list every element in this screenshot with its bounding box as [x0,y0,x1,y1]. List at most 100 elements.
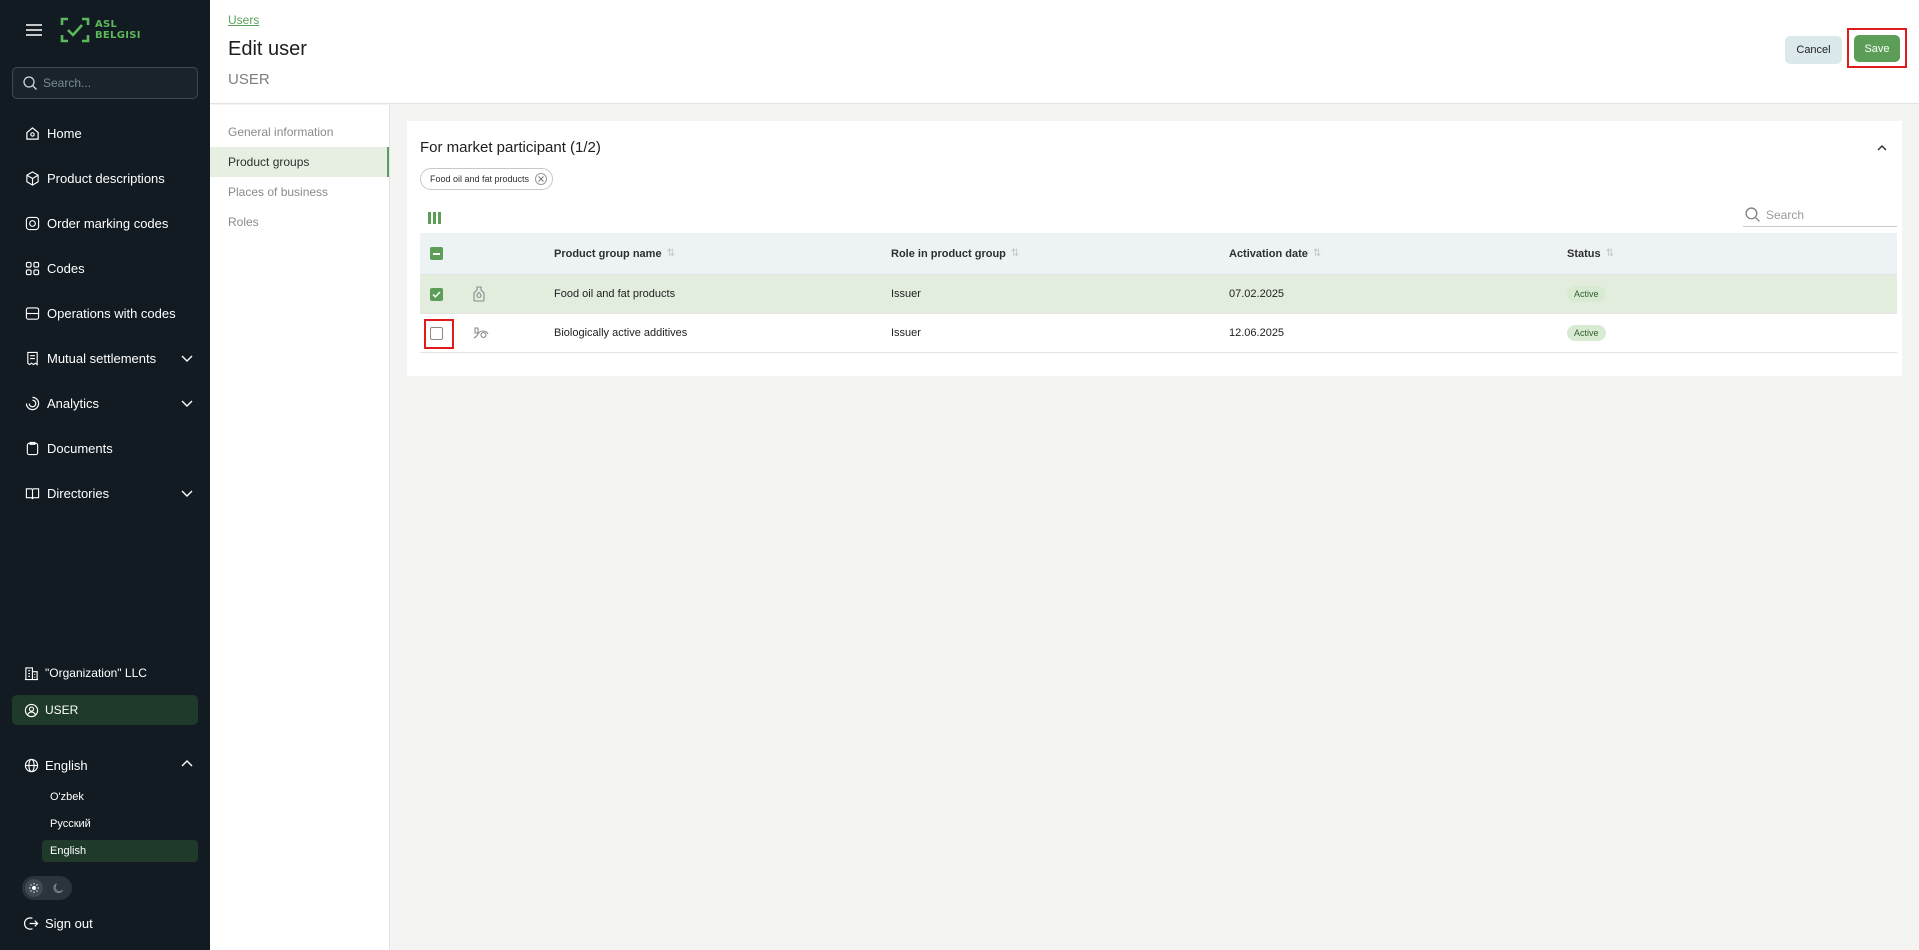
nav-item-codes[interactable]: Codes [12,246,198,291]
main-nav: Home Product descriptions Order marking … [12,111,198,516]
nav-label: Order marking codes [47,216,169,231]
column-header-label: Status [1567,247,1601,260]
save-button[interactable]: Save [1854,35,1900,62]
analytics-icon [24,395,41,412]
row-select-cell [430,275,443,313]
cell-role: Issuer [891,327,921,339]
section-nav: General information Product groups Place… [210,105,390,950]
nav-label: Mutual settlements [47,351,157,366]
section-roles[interactable]: Roles [210,207,389,237]
theme-toggle[interactable] [22,876,72,900]
logo[interactable]: ASL BELGISI [60,16,141,44]
language-option-uzbek[interactable]: O'zbek [42,786,198,808]
building-icon [24,666,39,681]
codes-icon [24,260,41,277]
select-all-checkbox[interactable] [430,247,443,260]
logo-line2: BELGISI [95,30,141,41]
row-checkbox[interactable] [430,326,443,340]
column-header-label: Activation date [1229,247,1308,260]
page-subtitle: USER [228,71,270,88]
sort-icon[interactable]: ⇅ [1011,248,1019,259]
sort-icon[interactable]: ⇅ [1606,248,1614,259]
sort-icon[interactable]: ⇅ [667,248,675,259]
panel-title: For market participant (1/2) [420,139,601,156]
nav-label: Product descriptions [47,171,165,186]
nav-label: Operations with codes [47,306,176,321]
supplement-icon [472,314,490,352]
cell-status: Active [1567,275,1606,313]
column-header-status[interactable]: Status ⇅ [1567,233,1614,274]
chevron-down-icon[interactable] [180,396,194,413]
language-selector[interactable]: English [12,754,198,776]
status-badge: Active [1567,325,1606,341]
hamburger-menu-icon[interactable] [24,20,44,40]
moon-icon[interactable] [49,879,67,897]
book-icon [24,485,41,502]
section-general-information[interactable]: General information [210,117,389,147]
chevron-down-icon[interactable] [180,351,194,368]
user-item[interactable]: USER [12,695,198,725]
nav-item-mutual-settlements[interactable]: Mutual settlements [12,336,198,381]
search-icon [1745,207,1760,222]
column-header-date[interactable]: Activation date ⇅ [1229,233,1321,274]
sign-out-icon [24,916,39,931]
user-name: USER [45,703,79,717]
nav-item-documents[interactable]: Documents [12,426,198,471]
search-icon [23,76,37,90]
cell-role: Issuer [891,288,921,300]
chevron-up-icon[interactable] [180,757,194,774]
nav-label: Documents [47,441,113,456]
product-groups-table: Product group name ⇅ Role in product grou… [420,233,1897,353]
sun-icon[interactable] [25,879,43,897]
page-title: Edit user [228,38,307,60]
sign-out-item[interactable]: Sign out [12,912,198,934]
cancel-button[interactable]: Cancel [1785,36,1842,64]
nav-item-directories[interactable]: Directories [12,471,198,516]
table-search-input[interactable] [1766,207,1886,222]
cell-date: 07.02.2025 [1229,288,1285,300]
sort-icon[interactable]: ⇅ [1313,248,1321,259]
product-groups-panel: For market participant (1/2) Food oil an… [407,121,1902,376]
section-product-groups[interactable]: Product groups [210,147,389,177]
column-header-label: Role in product group [891,247,1006,260]
section-places-of-business[interactable]: Places of business [210,177,389,207]
sidebar: ASL BELGISI Home Product descriptions Or… [0,0,210,950]
column-header-role[interactable]: Role in product group ⇅ [891,233,1019,274]
table-row[interactable]: Food oil and fat products Issuer 07.02.2… [420,275,1897,314]
language-option-russian[interactable]: Русский [42,813,198,835]
status-badge: Active [1567,286,1606,302]
filter-chip-label: Food oil and fat products [430,174,530,184]
language-option-english[interactable]: English [42,840,198,862]
row-checkbox[interactable] [430,287,443,301]
box-icon [24,170,41,187]
column-header-name[interactable]: Product group name ⇅ [554,233,675,274]
breadcrumb-users[interactable]: Users [228,13,259,27]
row-select-cell [430,314,443,352]
user-icon [24,703,39,718]
nav-item-analytics[interactable]: Analytics [12,381,198,426]
cell-date: 12.06.2025 [1229,327,1285,339]
columns-icon[interactable] [428,211,441,229]
organization-item[interactable]: "Organization" LLC [12,662,198,684]
chevron-down-icon[interactable] [180,486,194,503]
filter-chip: Food oil and fat products [420,168,554,190]
logo-mark-icon [60,17,90,43]
cell-name: Biologically active additives [554,327,688,339]
nav-item-product-descriptions[interactable]: Product descriptions [12,156,198,201]
chevron-up-icon[interactable] [1876,141,1888,159]
nav-item-operations-with-codes[interactable]: Operations with codes [12,291,198,336]
sidebar-search-input[interactable] [43,76,183,90]
table-row[interactable]: Biologically active additives Issuer 12.… [420,314,1897,353]
cell-status: Active [1567,314,1606,352]
nav-item-order-marking-codes[interactable]: Order marking codes [12,201,198,246]
close-icon[interactable] [535,173,548,185]
nav-label: Analytics [47,396,100,411]
page-header: Users Edit user USER Cancel Save [210,0,1919,104]
sidebar-search[interactable] [12,67,198,99]
column-header-label: Product group name [554,247,662,260]
document-icon [24,440,41,457]
table-search[interactable] [1743,203,1897,227]
globe-icon [24,758,39,773]
nav-item-home[interactable]: Home [12,111,198,156]
language-current: English [45,757,88,773]
